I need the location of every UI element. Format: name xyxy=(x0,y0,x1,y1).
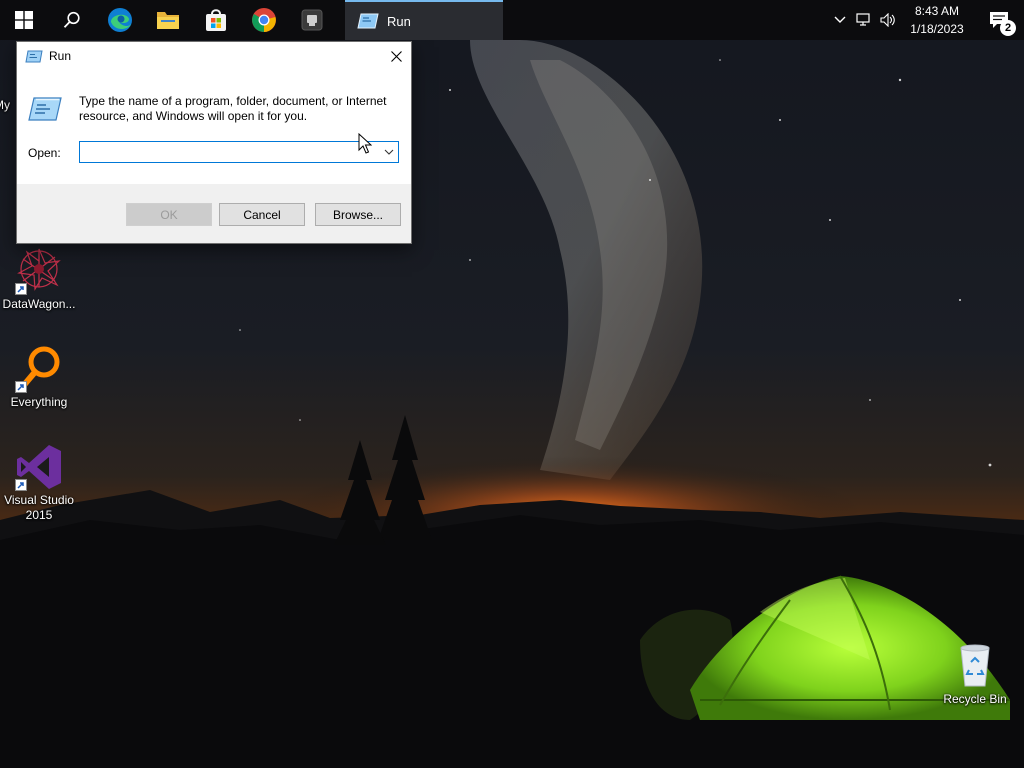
system-tray: 8:43 AM 1/18/2023 2 xyxy=(828,0,1024,40)
run-dialog: Run Type the name of a program, folder, … xyxy=(16,41,412,244)
run-dialog-description: Type the name of a program, folder, docu… xyxy=(79,94,387,123)
desktop-icon-label: Everything xyxy=(10,395,68,409)
network-icon xyxy=(856,13,870,26)
clock-date: 1/18/2023 xyxy=(910,22,964,36)
desktop-icon-visual-studio[interactable]: Visual Studio 2015 xyxy=(1,443,77,523)
ok-button[interactable]: OK xyxy=(126,203,212,226)
speaker-icon xyxy=(880,13,895,27)
desktop-icon-datawagon[interactable]: DataWagon... xyxy=(1,247,77,312)
browse-button[interactable]: Browse... xyxy=(315,203,401,226)
windows-logo-icon xyxy=(15,11,33,29)
desktop-icon-label: Visual Studio 2015 xyxy=(4,493,74,522)
store-bag-icon xyxy=(206,9,226,31)
cancel-button[interactable]: Cancel xyxy=(219,203,305,226)
close-icon xyxy=(390,50,402,62)
run-dialog-title: Run xyxy=(49,49,72,63)
desktop-icon-label: My xyxy=(0,98,10,112)
app-icon xyxy=(301,9,323,31)
everything-search-icon xyxy=(15,345,63,393)
edge-taskbar-button[interactable] xyxy=(96,0,144,40)
close-button[interactable] xyxy=(381,42,411,70)
show-hidden-icons-button[interactable] xyxy=(828,0,852,40)
taskbar: Run 8:43 AM 1/18/2023 2 xyxy=(0,0,1024,40)
file-explorer-taskbar-button[interactable] xyxy=(144,0,192,40)
open-dropdown-button[interactable] xyxy=(380,142,398,162)
chevron-down-icon xyxy=(384,149,394,155)
desktop-icon-everything[interactable]: Everything xyxy=(1,345,77,410)
clock[interactable]: 8:43 AM 1/18/2023 xyxy=(900,2,974,38)
start-button[interactable] xyxy=(0,0,48,40)
search-button[interactable] xyxy=(48,0,96,40)
visual-studio-icon xyxy=(15,443,63,491)
search-icon xyxy=(63,11,80,28)
clock-time: 8:43 AM xyxy=(914,4,960,18)
action-center-button[interactable]: 2 xyxy=(974,0,1024,40)
run-icon xyxy=(357,13,379,29)
edge-icon xyxy=(108,8,132,32)
run-taskbar-label: Run xyxy=(387,13,411,29)
run-dialog-titlebar[interactable]: Run xyxy=(17,42,411,70)
mouse-cursor-icon xyxy=(358,133,372,154)
desktop-icon-label: Recycle Bin xyxy=(943,692,1007,706)
app-taskbar-button[interactable] xyxy=(288,0,336,40)
volume-button[interactable] xyxy=(876,0,900,40)
shortcut-arrow-icon xyxy=(15,479,27,491)
run-dialog-body: Type the name of a program, folder, docu… xyxy=(17,70,411,184)
datawagon-icon xyxy=(15,247,63,295)
open-input[interactable] xyxy=(80,143,380,161)
notification-count-badge: 2 xyxy=(1000,20,1016,36)
open-label: Open: xyxy=(28,146,61,160)
folder-icon xyxy=(157,12,179,29)
desktop-icon-recycle-bin[interactable]: Recycle Bin xyxy=(937,642,1013,707)
desktop-icon-label: DataWagon... xyxy=(2,297,76,311)
run-taskbar-button[interactable]: Run xyxy=(345,0,503,40)
shortcut-arrow-icon xyxy=(15,381,27,393)
shortcut-arrow-icon xyxy=(15,283,27,295)
open-combobox[interactable] xyxy=(79,141,399,163)
chevron-up-icon xyxy=(834,16,846,23)
run-icon xyxy=(25,50,43,62)
run-dialog-footer: OK Cancel Browse... xyxy=(17,184,411,243)
recycle-bin-icon xyxy=(951,642,999,690)
store-taskbar-button[interactable] xyxy=(192,0,240,40)
network-button[interactable] xyxy=(852,0,876,40)
chrome-icon xyxy=(252,8,276,32)
run-large-icon xyxy=(28,97,62,121)
chrome-taskbar-button[interactable] xyxy=(240,0,288,40)
